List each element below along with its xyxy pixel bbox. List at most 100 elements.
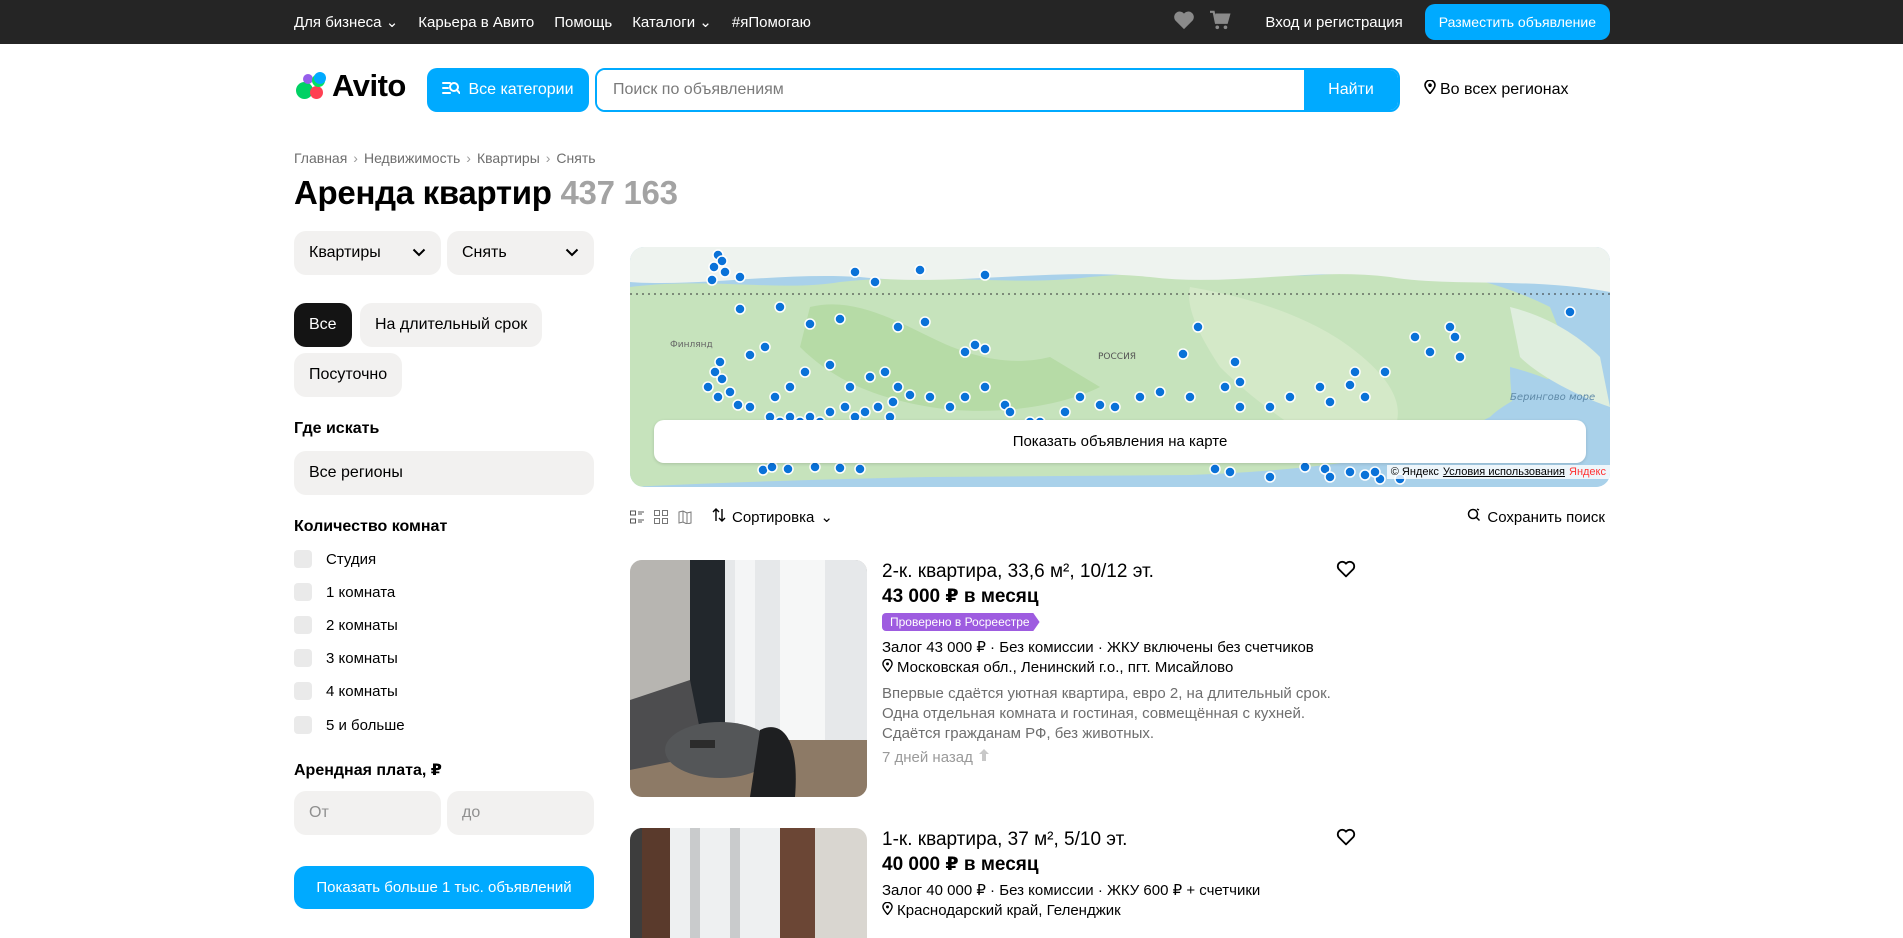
map-marker: [844, 381, 856, 393]
map-credit-copy: © Яндекс: [1390, 466, 1439, 478]
rooms-option-4[interactable]: 4 комнаты: [294, 682, 398, 700]
map-marker: [1454, 351, 1466, 363]
map-marker: [724, 386, 736, 398]
listing-photo[interactable]: [630, 560, 867, 797]
cart-icon[interactable]: [1209, 10, 1231, 34]
map-marker: [1234, 376, 1246, 388]
rooms-option-3[interactable]: 3 комнаты: [294, 649, 398, 667]
map-marker: [892, 381, 904, 393]
rooms-option-1[interactable]: 1 комната: [294, 583, 395, 601]
price-from-input[interactable]: От: [294, 791, 441, 835]
listing-title[interactable]: 1-к. квартира, 37 м², 5/10 эт.: [882, 828, 1342, 852]
term-chip-long[interactable]: На длительный срок: [360, 303, 543, 347]
checkbox[interactable]: [294, 649, 312, 667]
map-marker: [734, 271, 746, 283]
map-marker: [1359, 391, 1371, 403]
rooms-option-label: 1 комната: [326, 583, 396, 601]
breadcrumb-realty[interactable]: Недвижимость: [364, 150, 460, 166]
nav-catalogs[interactable]: Каталоги ⌄: [632, 13, 712, 31]
price-to-input[interactable]: до: [447, 791, 594, 835]
map-marker: [1349, 366, 1361, 378]
view-switcher: [630, 510, 692, 525]
top-nav: Для бизнеса ⌄ Карьера в Авито Помощь Кат…: [294, 0, 811, 44]
map-view-icon[interactable]: [678, 510, 692, 525]
checkbox[interactable]: [294, 682, 312, 700]
listing-card[interactable]: 1-к. квартира, 37 м², 5/10 эт. 40 000 ₽ …: [630, 828, 1360, 938]
save-search-button[interactable]: Сохранить поиск: [1467, 508, 1605, 526]
chevron-right-icon: ›: [353, 150, 358, 166]
map-marker: [1224, 466, 1236, 478]
search-button[interactable]: Найти: [1304, 70, 1398, 110]
favorite-icon[interactable]: [1336, 560, 1358, 582]
nav-business[interactable]: Для бизнеса ⌄: [294, 13, 398, 31]
checkbox[interactable]: [294, 583, 312, 601]
checkbox[interactable]: [294, 716, 312, 734]
nav-business-label: Для бизнеса: [294, 14, 382, 31]
listing-description: Впервые сдаётся уютная квартира, евро 2,…: [882, 685, 1331, 742]
listing-date-text: 7 дней назад: [882, 748, 973, 766]
term-chip-all[interactable]: Все: [294, 303, 352, 347]
post-ad-button[interactable]: Разместить объявление: [1424, 4, 1610, 40]
show-more-button[interactable]: Показать больше 1 тыс. объявлений: [294, 866, 594, 909]
map-preview[interactable]: Финлянд РОССИЯ Берингово море Показать о…: [630, 247, 1610, 487]
map-marker: [769, 391, 781, 403]
listing-title[interactable]: 2-к. квартира, 33,6 м², 10/12 эт.: [882, 560, 1342, 584]
term-chip-daily[interactable]: Посуточно: [294, 353, 403, 397]
map-marker: [784, 381, 796, 393]
map-marker: [1324, 471, 1336, 483]
map-terms-link[interactable]: Условия использования: [1443, 466, 1565, 478]
show-on-map-button[interactable]: Показать объявления на карте: [654, 420, 1586, 463]
login-link[interactable]: Вход и регистрация: [1265, 14, 1402, 31]
region-selector[interactable]: Во всех регионах: [1424, 79, 1569, 99]
list-view-icon[interactable]: [630, 510, 644, 524]
breadcrumb-home[interactable]: Главная: [294, 150, 347, 166]
map-marker: [959, 346, 971, 358]
arrow-up-icon: [978, 748, 990, 766]
nav-help[interactable]: Помощь: [554, 14, 612, 31]
rooms-option-label: 5 и больше: [326, 716, 405, 734]
map-marker: [734, 303, 746, 315]
deal-select[interactable]: Снять: [447, 231, 594, 275]
yandex-logo: Яндекс: [1569, 466, 1606, 478]
region-field[interactable]: Все регионы: [294, 451, 594, 495]
breadcrumb-apartments[interactable]: Квартиры: [477, 150, 540, 166]
sort-label: Сортировка: [732, 508, 815, 526]
type-select[interactable]: Квартиры: [294, 231, 441, 275]
rooms-option-2[interactable]: 2 комнаты: [294, 616, 398, 634]
sort-dropdown[interactable]: Сортировка ⌄: [712, 508, 833, 526]
map-marker: [959, 391, 971, 403]
all-categories-label: Все категории: [468, 81, 574, 98]
map-marker: [1409, 331, 1421, 343]
map-marker: [1379, 366, 1391, 378]
map-marker: [712, 391, 724, 403]
top-bar: Для бизнеса ⌄ Карьера в Авито Помощь Кат…: [0, 0, 1903, 44]
map-marker: [1299, 461, 1311, 473]
map-marker: [969, 339, 981, 351]
results-toolbar: Сортировка ⌄ Сохранить поиск: [630, 505, 1610, 529]
checkbox[interactable]: [294, 550, 312, 568]
rooms-option-label: Студия: [326, 550, 377, 568]
rooms-option-studio[interactable]: Студия: [294, 550, 376, 568]
map-marker: [708, 261, 720, 273]
rooms-option-5plus[interactable]: 5 и больше: [294, 716, 405, 734]
listing-card[interactable]: 2-к. квартира, 33,6 м², 10/12 эт. 43 000…: [630, 560, 1360, 797]
heart-icon[interactable]: [1173, 10, 1195, 34]
checkbox[interactable]: [294, 616, 312, 634]
nav-ya-pomogayu[interactable]: #яПомогаю: [732, 14, 811, 31]
listing-photo[interactable]: [630, 828, 867, 938]
map-credit: © Яндекс Условия использования Яндекс: [1386, 465, 1610, 479]
avito-logo[interactable]: Avito: [294, 68, 406, 104]
where-title: Где искать: [294, 420, 380, 437]
categories-icon: [442, 80, 461, 101]
search-input[interactable]: [597, 70, 1304, 110]
nav-career[interactable]: Карьера в Авито: [418, 14, 534, 31]
rooms-option-label: 4 комнаты: [326, 682, 398, 700]
grid-view-icon[interactable]: [654, 510, 668, 524]
breadcrumb-rent[interactable]: Снять: [556, 150, 595, 166]
chevron-right-icon: ›: [466, 150, 471, 166]
all-categories-button[interactable]: Все категории: [427, 68, 589, 112]
listing-address-text: Краснодарский край, Геленджик: [897, 902, 1121, 919]
page-title-text: Аренда квартир: [294, 174, 552, 211]
location-pin-icon: [1424, 79, 1436, 99]
favorite-icon[interactable]: [1336, 828, 1358, 850]
